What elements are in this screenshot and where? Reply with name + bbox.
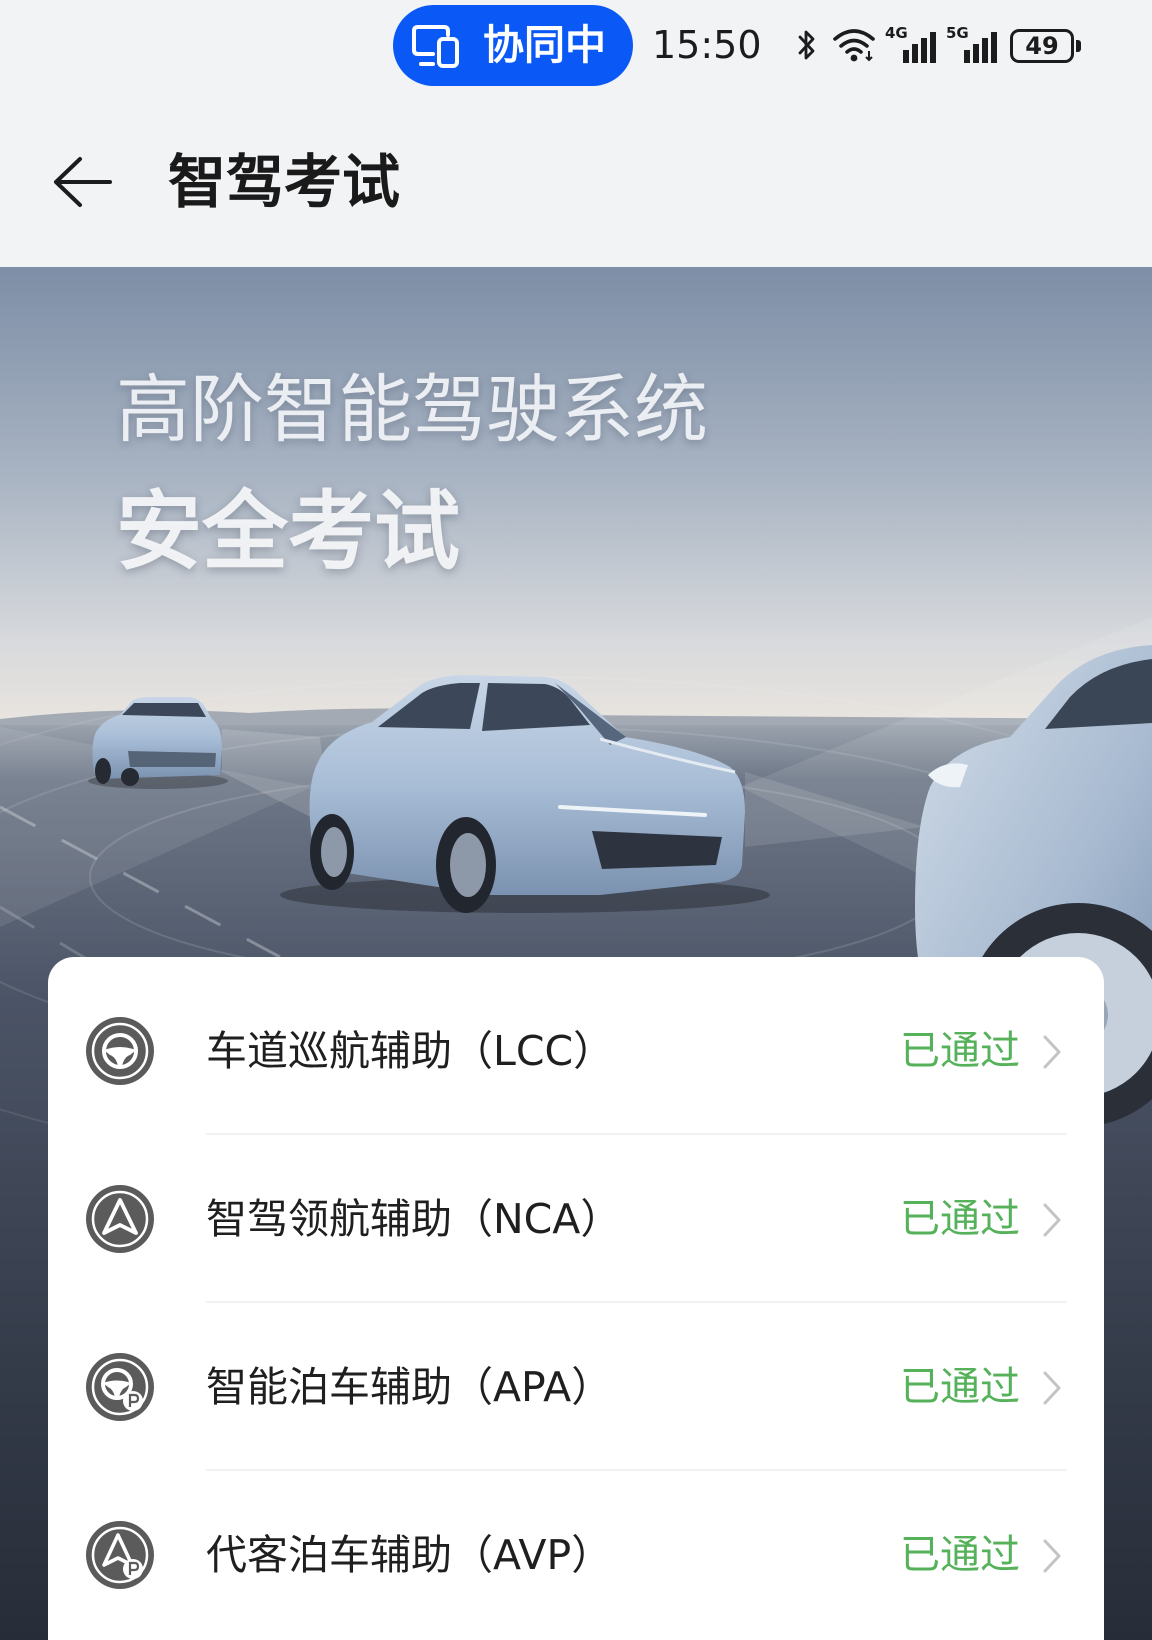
exam-list-card: 车道巡航辅助（LCC） 已通过 智驾领航辅助（NCA） 已通过 智能泊车辅助（A… xyxy=(48,957,1104,1640)
collaboration-pill[interactable]: 协同中 xyxy=(393,5,633,86)
cellular-signal-icon: 5G xyxy=(946,25,1000,65)
banner-subheadline: 安全考试 xyxy=(116,482,460,582)
wifi-icon xyxy=(832,27,878,63)
page-title: 智驾考试 xyxy=(168,148,401,216)
exam-name: 智驾领航辅助（NCA） xyxy=(206,1195,622,1243)
clock: 15:50 xyxy=(652,23,762,67)
battery-level: 49 xyxy=(1025,32,1059,60)
chevron-right-icon xyxy=(1040,1032,1064,1072)
exam-name: 代客泊车辅助（AVP） xyxy=(206,1531,613,1579)
exam-status-passed: 已通过 xyxy=(900,1364,1020,1410)
battery-terminal xyxy=(1076,40,1081,52)
exam-row-nca[interactable]: 智驾领航辅助（NCA） 已通过 xyxy=(48,1135,1104,1303)
status-bar: 协同中 15:50 4G 5G 49 xyxy=(0,0,1152,95)
chevron-right-icon xyxy=(1040,1536,1064,1576)
banner-headline: 高阶智能驾驶系统 xyxy=(116,367,708,453)
collaboration-label: 协同中 xyxy=(483,21,606,69)
chevron-right-icon xyxy=(1040,1368,1064,1408)
screen-share-icon xyxy=(411,24,461,68)
app-screen: 协同中 15:50 4G 5G 49 智驾考试 高阶智能驾驶系统 安全考试 车道… xyxy=(0,0,1152,1640)
navigation-arrow-icon xyxy=(86,1185,154,1253)
exam-row-lcc[interactable]: 车道巡航辅助（LCC） 已通过 xyxy=(48,967,1104,1135)
back-arrow-icon xyxy=(54,157,112,207)
exam-status-passed: 已通过 xyxy=(900,1196,1020,1242)
steering-wheel-icon xyxy=(86,1017,154,1085)
exam-name: 智能泊车辅助（APA） xyxy=(206,1363,613,1411)
exam-name: 车道巡航辅助（LCC） xyxy=(206,1027,615,1075)
cellular-signal-icon: 4G xyxy=(885,25,939,65)
parking-steering-wheel-icon xyxy=(86,1353,154,1421)
valet-parking-icon xyxy=(86,1521,154,1589)
back-button[interactable] xyxy=(50,154,116,210)
battery-icon: 49 xyxy=(1010,29,1081,63)
exam-row-apa[interactable]: 智能泊车辅助（APA） 已通过 xyxy=(48,1303,1104,1471)
exam-row-avp[interactable]: 代客泊车辅助（AVP） 已通过 xyxy=(48,1471,1104,1639)
exam-status-passed: 已通过 xyxy=(900,1532,1020,1578)
bluetooth-icon xyxy=(797,27,817,63)
exam-status-passed: 已通过 xyxy=(900,1028,1020,1074)
chevron-right-icon xyxy=(1040,1200,1064,1240)
